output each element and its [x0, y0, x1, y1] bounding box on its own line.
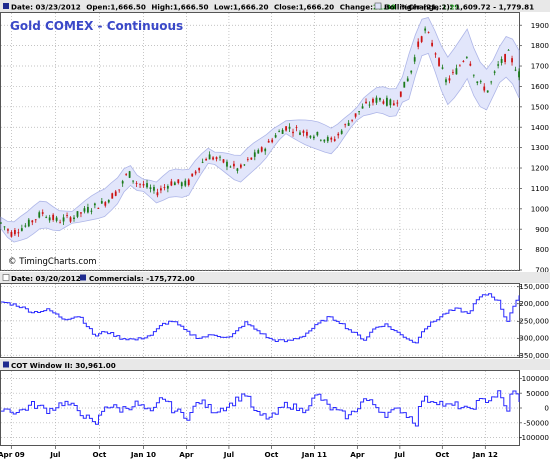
cot-header: COT Window II: 30,961.00	[0, 359, 550, 370]
y-tick-label: 50000	[526, 389, 549, 398]
x-tick-label: Apr	[350, 450, 365, 459]
x-tick-label: Jul	[394, 450, 405, 459]
y-tick-label: 1900	[531, 21, 550, 30]
x-tick-label: Oct	[264, 450, 278, 459]
commercials-y-axis: -350,000 -300,000 -250,000 -200,000 -150,000	[517, 282, 550, 360]
header-date: Date: 03/23/2012	[11, 3, 81, 12]
y-tick-label: -150,000	[517, 282, 550, 291]
y-tick-label: -250,000	[517, 316, 550, 325]
y-tick-label: -300,000	[517, 334, 550, 343]
chart-title: Gold COMEX - Continuous	[10, 19, 183, 33]
cot-label: COT Window II: 30,961.00	[11, 361, 116, 370]
candle	[111, 192, 114, 199]
y-tick-label: 1700	[531, 62, 550, 71]
x-tick-label: Apr 09	[0, 450, 25, 459]
commercials-label: Commercials: -175,772.00	[89, 274, 195, 283]
x-axis: Apr 09 Jul Oct Jan 10 Apr Jul Oct Jan 11 Apr Jul O…	[0, 445, 498, 459]
price-y-axis: 7008009001000110012001300140015001600170…	[519, 21, 549, 275]
header-bollinger: Bollinger (21, 2): 1,609.72 - 1,779.81	[384, 3, 534, 12]
cot-y-axis: -100000 -50000 0 50000 100000	[519, 374, 549, 442]
header-low: Low:1,666.20	[214, 3, 269, 12]
x-tick-label: Oct	[93, 450, 107, 459]
y-tick-label: 800	[535, 245, 549, 254]
y-tick-label: 1800	[531, 41, 550, 50]
header-high: High:1,666.50	[151, 3, 208, 12]
header-change-label: Change:	[340, 3, 373, 12]
candle	[438, 57, 440, 68]
commercials-date: Date: 03/20/2012	[11, 274, 81, 283]
y-tick-label: 1600	[531, 82, 550, 91]
candle	[128, 170, 131, 179]
y-tick-label: 900	[535, 225, 549, 234]
y-tick-label: 1200	[531, 164, 550, 173]
y-tick-label: 1300	[531, 143, 550, 152]
commercials-header: Date: 03/20/2012 Commercials: -175,772.0…	[0, 272, 550, 283]
x-tick-label: Jan 10	[130, 450, 156, 459]
x-tick-label: Oct	[435, 450, 449, 459]
header-open: Open:1,666.50	[86, 3, 146, 12]
y-tick-label: 1100	[531, 184, 550, 193]
y-tick-label: -100000	[519, 433, 549, 442]
y-tick-label: -350,000	[517, 351, 550, 360]
y-tick-label: -200,000	[517, 299, 550, 308]
y-tick-label: 1000	[531, 204, 550, 213]
x-tick-label: Jul	[49, 450, 60, 459]
header-close: Close:1,666.20	[274, 3, 334, 12]
candle	[399, 91, 402, 98]
chart-root: Date: 03/23/2012 Open:1,666.50 High:1,66…	[0, 0, 550, 459]
watermark: © TimingCharts.com	[8, 257, 97, 267]
candle	[260, 146, 263, 153]
y-tick-label: 1500	[531, 102, 550, 111]
y-tick-label: -50000	[524, 418, 550, 427]
x-tick-label: Jan 11	[301, 450, 327, 459]
x-tick-label: Jul	[223, 450, 234, 459]
price-header: Date: 03/23/2012 Open:1,666.50 High:1,66…	[0, 0, 550, 12]
y-tick-label: 1400	[531, 123, 550, 132]
x-tick-label: Apr	[179, 450, 194, 459]
y-tick-label: 0	[544, 404, 549, 413]
x-tick-label: Jan 12	[472, 450, 498, 459]
candle	[403, 81, 406, 88]
y-tick-label: 100000	[522, 374, 550, 383]
